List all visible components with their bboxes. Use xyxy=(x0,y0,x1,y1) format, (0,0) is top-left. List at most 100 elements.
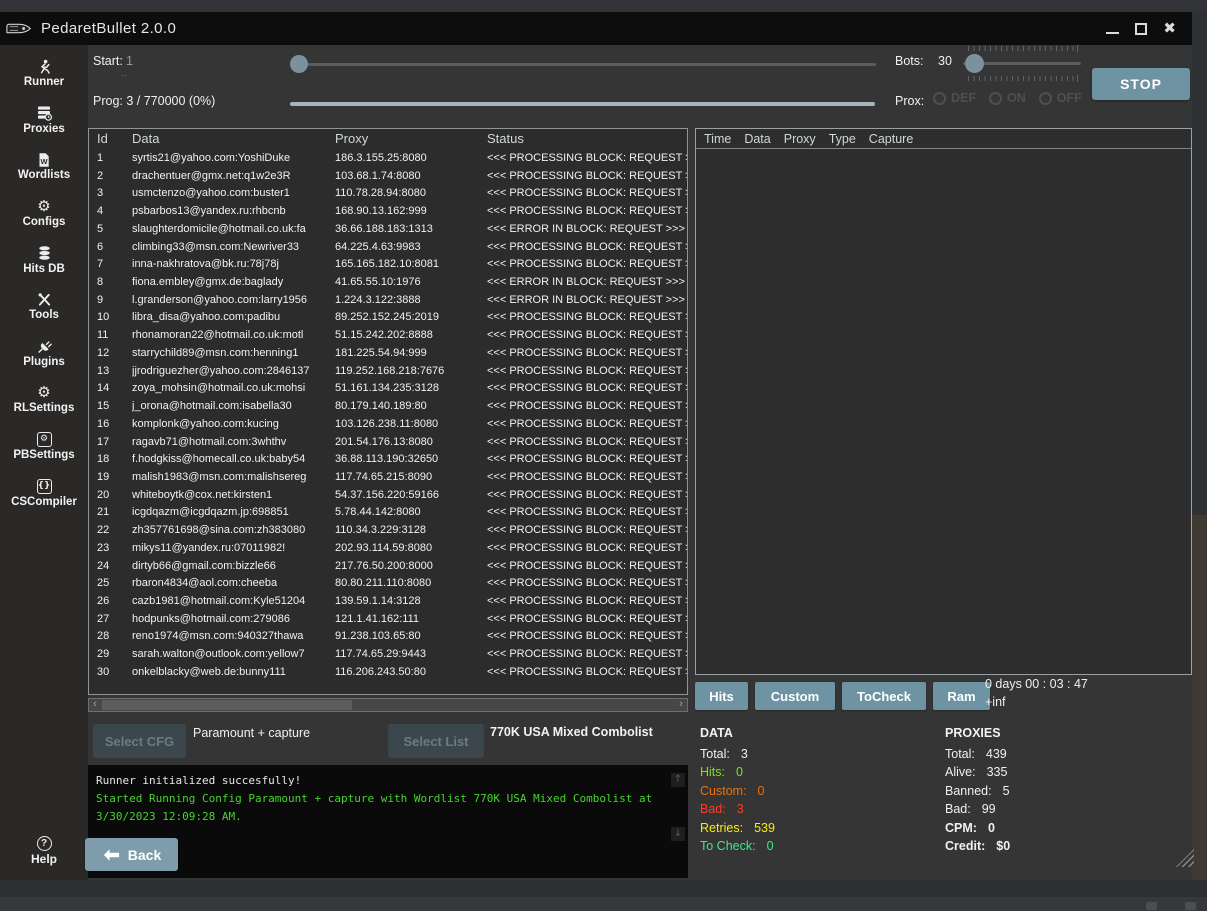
table-row[interactable]: 24 dirtyb66@gmail.com:bizzle66 217.76.50… xyxy=(89,558,687,576)
stop-button[interactable]: STOP xyxy=(1092,68,1190,100)
table-row[interactable]: 14 zoya_mohsin@hotmail.co.uk:mohsi 51.16… xyxy=(89,380,687,398)
select-list-button[interactable]: Select List xyxy=(388,724,484,758)
scroll-left-icon[interactable]: ‹ xyxy=(89,698,101,710)
table-row[interactable]: 30 onkelblacky@web.de:bunny111 116.206.2… xyxy=(89,664,687,682)
log-scroll-down-icon[interactable]: ↓ xyxy=(671,827,685,841)
close-button[interactable]: ✖ xyxy=(1163,21,1176,36)
sidebar-item-tools[interactable]: Tools xyxy=(0,283,88,330)
cell-id: 29 xyxy=(97,646,132,664)
start-stepper[interactable]: ‥ xyxy=(121,68,128,79)
col-id: Id xyxy=(97,131,132,149)
cell-proxy: 1.224.3.122:3888 xyxy=(335,292,487,310)
stat-row: Total:3 xyxy=(700,745,930,763)
sidebar-item-label: Configs xyxy=(23,216,66,228)
sidebar-item-configs[interactable]: ⚙ Configs xyxy=(0,190,88,237)
back-button[interactable]: Back xyxy=(85,838,178,871)
stat-row: Banned:5 xyxy=(945,782,1175,800)
stat-row: To Check:0 xyxy=(700,837,930,855)
sidebar-item-label: Plugins xyxy=(23,356,65,368)
table-row[interactable]: 26 cazb1981@hotmail.com:Kyle51204 139.59… xyxy=(89,593,687,611)
cell-id: 22 xyxy=(97,522,132,540)
tab-custom[interactable]: Custom xyxy=(755,682,835,710)
cell-id: 6 xyxy=(97,239,132,257)
sidebar-item-pbsettings[interactable]: ⚙ PBSettings xyxy=(0,423,88,470)
background-strip-right-top xyxy=(1192,12,1207,515)
table-row[interactable]: 23 mikys11@yandex.ru:07011982! 202.93.11… xyxy=(89,540,687,558)
tab-tocheck[interactable]: ToCheck xyxy=(842,682,926,710)
table-row[interactable]: 29 sarah.walton@outlook.com:yellow7 117.… xyxy=(89,646,687,664)
cell-status: <<< ERROR IN BLOCK: REQUEST >>> xyxy=(487,274,687,292)
start-slider-thumb[interactable] xyxy=(290,55,308,73)
log-scroll-up-icon[interactable]: ↑ xyxy=(671,773,685,787)
radio-circle-icon xyxy=(989,92,1002,105)
radio-def[interactable]: DEF xyxy=(933,91,976,105)
hits-col: Capture xyxy=(869,132,913,146)
help-icon: ? xyxy=(37,836,52,851)
table-row[interactable]: 6 climbing33@msn.com:Newriver33 64.225.4… xyxy=(89,239,687,257)
cell-data: l.granderson@yahoo.com:larry1956 xyxy=(132,292,335,310)
table-row[interactable]: 19 malish1983@msn.com:malishsereg 117.74… xyxy=(89,469,687,487)
bots-slider-ticks-top xyxy=(968,46,1078,51)
table-row[interactable]: 3 usmctenzo@yahoo.com:buster1 110.78.28.… xyxy=(89,185,687,203)
hscrollbar-thumb[interactable] xyxy=(102,700,352,710)
sidebar-item-hits-db[interactable]: Hits DB xyxy=(0,236,88,283)
cell-data: libra_disa@yahoo.com:padibu xyxy=(132,309,335,327)
table-row[interactable]: 21 icgdqazm@icgdqazm.jp:698851 5.78.44.1… xyxy=(89,504,687,522)
table-row[interactable]: 5 slaughterdomicile@hotmail.co.uk:fa 36.… xyxy=(89,221,687,239)
cell-id: 21 xyxy=(97,504,132,522)
cell-status: <<< PROCESSING BLOCK: REQUEST >>> xyxy=(487,398,687,416)
sidebar-item-label: Tools xyxy=(29,309,59,321)
sidebar-item-proxies[interactable]: Proxies xyxy=(0,97,88,144)
tab-hits[interactable]: Hits xyxy=(695,682,748,710)
cell-proxy: 202.93.114.59:8080 xyxy=(335,540,487,558)
results-hscrollbar[interactable]: ‹ › xyxy=(88,698,688,712)
table-row[interactable]: 8 fiona.embley@gmx.de:baglady 41.65.55.1… xyxy=(89,274,687,292)
table-row[interactable]: 22 zh357761698@sina.com:zh383080 110.34.… xyxy=(89,522,687,540)
cell-proxy: 103.68.1.74:8080 xyxy=(335,168,487,186)
table-row[interactable]: 17 ragavb71@hotmail.com:3whthv 201.54.17… xyxy=(89,434,687,452)
table-row[interactable]: 11 rhonamoran22@hotmail.co.uk:motl 51.15… xyxy=(89,327,687,345)
select-cfg-button[interactable]: Select CFG xyxy=(93,724,186,758)
table-row[interactable]: 15 j_orona@hotmail.com:isabella30 80.179… xyxy=(89,398,687,416)
sidebar-item-wordlists[interactable]: W Wordlists xyxy=(0,143,88,190)
table-row[interactable]: 9 l.granderson@yahoo.com:larry1956 1.224… xyxy=(89,292,687,310)
radio-label: ON xyxy=(1007,91,1026,105)
proxies-stats-title: PROXIES xyxy=(945,726,1175,740)
cell-proxy: 36.66.188.183:1313 xyxy=(335,221,487,239)
table-row[interactable]: 7 inna-nakhratova@bk.ru:78j78j 165.165.1… xyxy=(89,256,687,274)
sidebar-item-help[interactable]: ? Help xyxy=(0,836,88,870)
radio-on[interactable]: ON xyxy=(989,91,1026,105)
sidebar-item-plugins[interactable]: Plugins xyxy=(0,330,88,377)
sidebar-item-rlsettings[interactable]: ⚙ RLSettings xyxy=(0,376,88,423)
radio-off[interactable]: OFF xyxy=(1039,91,1082,105)
app-logo-bullet-icon xyxy=(6,21,32,36)
table-row[interactable]: 2 drachentuer@gmx.net:q1w2e3R 103.68.1.7… xyxy=(89,168,687,186)
table-row[interactable]: 28 reno1974@msn.com:940327thawa 91.238.1… xyxy=(89,628,687,646)
bots-slider-thumb[interactable] xyxy=(965,54,984,73)
tab-ram[interactable]: Ram xyxy=(933,682,990,710)
table-row[interactable]: 18 f.hodgkiss@homecall.co.uk:baby54 36.8… xyxy=(89,451,687,469)
scroll-right-icon[interactable]: › xyxy=(675,698,687,710)
table-row[interactable]: 1 syrtis21@yahoo.com:YoshiDuke 186.3.155… xyxy=(89,150,687,168)
minimize-button[interactable] xyxy=(1106,32,1119,34)
start-slider-track[interactable] xyxy=(290,63,876,66)
table-row[interactable]: 4 psbarbos13@yandex.ru:rhbcnb 168.90.13.… xyxy=(89,203,687,221)
table-row[interactable]: 27 hodpunks@hotmail.com:279086 121.1.41.… xyxy=(89,611,687,629)
maximize-button[interactable] xyxy=(1135,23,1147,35)
cell-proxy: 117.74.65.29:9443 xyxy=(335,646,487,664)
table-row[interactable]: 20 whiteboytk@cox.net:kirsten1 54.37.156… xyxy=(89,487,687,505)
table-row[interactable]: 16 komplonk@yahoo.com:kucing 103.126.238… xyxy=(89,416,687,434)
stat-row: CPM:0 xyxy=(945,819,1175,837)
start-value[interactable]: 1 xyxy=(126,54,133,68)
table-row[interactable]: 25 rbaron4834@aol.com:cheeba 80.80.211.1… xyxy=(89,575,687,593)
proxy-mode-radios: DEF ON OFF xyxy=(933,91,1082,105)
col-data: Data xyxy=(132,131,335,149)
table-row[interactable]: 10 libra_disa@yahoo.com:padibu 89.252.15… xyxy=(89,309,687,327)
table-row[interactable]: 12 starrychild89@msn.com:henning1 181.22… xyxy=(89,345,687,363)
sidebar-item-cscompiler[interactable]: {} CSCompiler xyxy=(0,469,88,516)
sidebar-item-runner[interactable]: Runner xyxy=(0,50,88,97)
start-slider[interactable] xyxy=(290,55,876,73)
cell-status: <<< PROCESSING BLOCK: REQUEST >>> xyxy=(487,611,687,629)
table-row[interactable]: 13 jjrodriguezher@yahoo.com:2846137 119.… xyxy=(89,363,687,381)
bots-slider[interactable] xyxy=(963,46,1081,82)
